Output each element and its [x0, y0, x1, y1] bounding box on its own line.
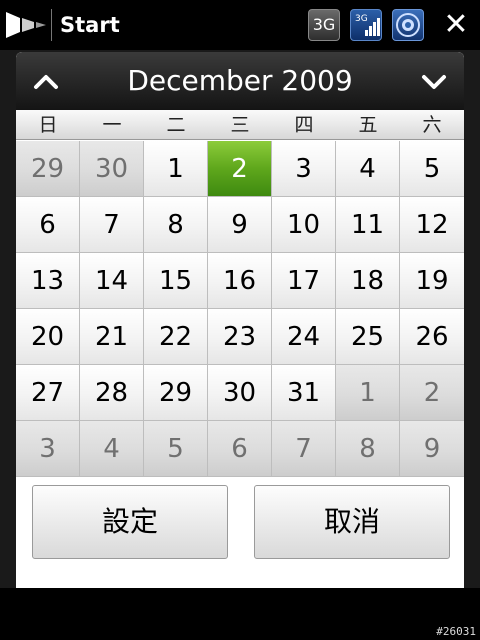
day-cell[interactable]: 18: [336, 253, 400, 309]
day-cell[interactable]: 1: [336, 365, 400, 421]
day-cell[interactable]: 13: [16, 253, 80, 309]
day-cell[interactable]: 3: [272, 141, 336, 197]
day-cell[interactable]: 27: [16, 365, 80, 421]
date-picker-dialog: December 2009 日一二三四五六 29 30 1 2 3 4 5 6 7 8 9 10 11 1…: [16, 52, 464, 588]
day-cell[interactable]: 24: [272, 309, 336, 365]
signal-strength-icon[interactable]: 3G: [350, 9, 382, 41]
bottom-bar: #26031: [0, 588, 480, 640]
weekday-label: 三: [230, 114, 250, 136]
start-label[interactable]: Start: [60, 9, 120, 41]
weekday-label: 五: [358, 114, 378, 136]
phone-screen: Start 3G 3G ✕ December 2009 日 一 二 三 四 五 …: [0, 0, 480, 640]
chevron-down-icon: [422, 75, 446, 89]
day-cell[interactable]: 30: [80, 141, 144, 197]
windows-start-icon[interactable]: [4, 8, 48, 42]
network-3g-icon[interactable]: 3G: [308, 9, 340, 41]
day-cell[interactable]: 4: [80, 421, 144, 477]
close-icon[interactable]: ✕: [440, 8, 472, 42]
calendar-header: December 2009: [16, 52, 464, 110]
status-bar: Start 3G 3G ✕: [0, 0, 480, 50]
set-button[interactable]: 設定: [32, 485, 228, 559]
day-cell[interactable]: 20: [16, 309, 80, 365]
day-cell[interactable]: 6: [208, 421, 272, 477]
day-cell[interactable]: 12: [400, 197, 464, 253]
day-cell[interactable]: 31: [272, 365, 336, 421]
next-month-button[interactable]: [412, 60, 456, 104]
day-cell[interactable]: 5: [400, 141, 464, 197]
day-cell[interactable]: 28: [80, 365, 144, 421]
day-cell[interactable]: 10: [272, 197, 336, 253]
selected-day-cell[interactable]: 2: [208, 141, 272, 197]
weekday-header-row: 日一二三四五六: [16, 110, 464, 140]
day-cell[interactable]: 9: [208, 197, 272, 253]
cancel-button[interactable]: 取消: [254, 485, 450, 559]
day-cell[interactable]: 9: [400, 421, 464, 477]
signal-3g-label: 3G: [355, 14, 368, 24]
day-cell[interactable]: 3: [16, 421, 80, 477]
chevron-up-icon: [34, 75, 58, 89]
day-cell[interactable]: 7: [80, 197, 144, 253]
day-cell[interactable]: 29: [144, 365, 208, 421]
weekday-label: 二: [166, 114, 186, 136]
day-cell[interactable]: 21: [80, 309, 144, 365]
day-cell[interactable]: 1: [144, 141, 208, 197]
day-cell[interactable]: 8: [144, 197, 208, 253]
watermark-text: #26031: [436, 625, 476, 638]
day-cell[interactable]: 6: [16, 197, 80, 253]
divider: [51, 9, 52, 41]
day-cell[interactable]: 22: [144, 309, 208, 365]
day-cell[interactable]: 25: [336, 309, 400, 365]
day-cell[interactable]: 17: [272, 253, 336, 309]
day-cell[interactable]: 11: [336, 197, 400, 253]
day-cell[interactable]: 5: [144, 421, 208, 477]
day-cell[interactable]: 14: [80, 253, 144, 309]
weekday-label: 四: [294, 114, 314, 136]
weekday-label: 日: [38, 114, 58, 136]
day-cell[interactable]: 30: [208, 365, 272, 421]
calendar-grid: 29 30 1 2 3 4 5 6 7 8 9 10 11 12 13 14 15 16 17 18 19 20 21 22 2…: [16, 141, 464, 477]
day-cell[interactable]: 29: [16, 141, 80, 197]
day-cell[interactable]: 26: [400, 309, 464, 365]
dialog-button-row: 設定 取消: [16, 477, 464, 588]
day-cell[interactable]: 23: [208, 309, 272, 365]
previous-month-button[interactable]: [24, 60, 68, 104]
weekday-label: 六: [422, 114, 442, 136]
day-cell[interactable]: 8: [336, 421, 400, 477]
weekday-label: 一: [102, 114, 122, 136]
month-title: December 2009: [127, 64, 353, 97]
day-cell[interactable]: 16: [208, 253, 272, 309]
day-cell[interactable]: 4: [336, 141, 400, 197]
day-cell[interactable]: 15: [144, 253, 208, 309]
volume-icon[interactable]: [392, 9, 424, 41]
day-cell[interactable]: 7: [272, 421, 336, 477]
day-cell[interactable]: 19: [400, 253, 464, 309]
day-cell[interactable]: 2: [400, 365, 464, 421]
